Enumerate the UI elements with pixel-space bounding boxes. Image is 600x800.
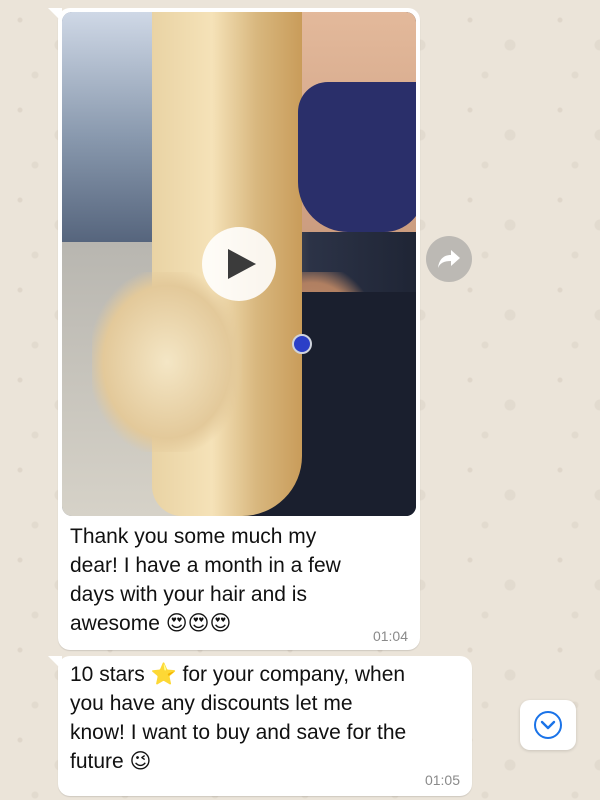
message-time: 01:04 bbox=[372, 628, 408, 644]
video-thumbnail[interactable] bbox=[62, 12, 416, 516]
play-button[interactable] bbox=[202, 227, 276, 301]
forward-button[interactable] bbox=[426, 236, 472, 282]
play-icon bbox=[228, 249, 256, 279]
message-text: Thank you some much my dear! I have a mo… bbox=[70, 525, 341, 635]
message-text: 10 stars ⭐️ for your company, when you h… bbox=[70, 663, 407, 773]
message-bubble-video[interactable]: Thank you some much my dear! I have a mo… bbox=[48, 8, 420, 650]
bubble-tail bbox=[48, 656, 62, 670]
bubble-tail bbox=[48, 8, 62, 22]
chevron-down-icon bbox=[534, 711, 562, 739]
scroll-to-bottom-button[interactable] bbox=[520, 700, 576, 750]
message-time: 01:05 bbox=[424, 772, 460, 788]
message-bubble-text[interactable]: 10 stars ⭐️ for your company, when you h… bbox=[48, 656, 472, 796]
forward-icon bbox=[438, 250, 460, 268]
